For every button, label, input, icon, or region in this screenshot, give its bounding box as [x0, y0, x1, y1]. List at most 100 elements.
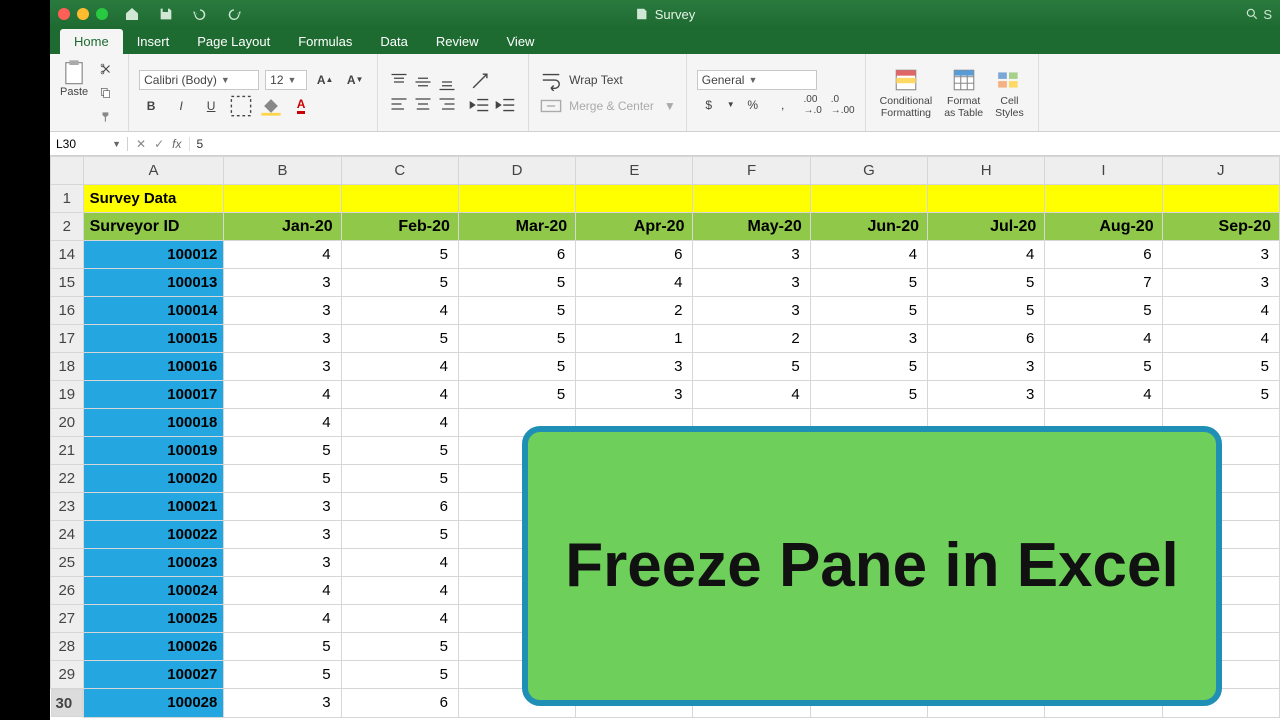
row-header-27[interactable]: 27: [51, 605, 84, 633]
row-header-26[interactable]: 26: [51, 577, 84, 605]
column-header-G[interactable]: G: [810, 157, 927, 185]
data-cell[interactable]: 5: [341, 241, 458, 269]
surveyor-id-cell[interactable]: 100014: [83, 297, 224, 325]
row-header-22[interactable]: 22: [51, 465, 84, 493]
data-cell[interactable]: 5: [810, 381, 927, 409]
orientation-icon[interactable]: [468, 70, 492, 92]
data-cell[interactable]: 3: [224, 493, 341, 521]
header-Feb-20[interactable]: Feb-20: [341, 213, 458, 241]
data-cell[interactable]: 6: [341, 493, 458, 521]
column-header-J[interactable]: J: [1162, 157, 1279, 185]
data-cell[interactable]: 5: [1162, 381, 1279, 409]
column-header-H[interactable]: H: [928, 157, 1045, 185]
enter-icon[interactable]: ✓: [154, 137, 164, 151]
data-cell[interactable]: 4: [1162, 325, 1279, 353]
paste-button[interactable]: Paste: [60, 58, 88, 98]
data-cell[interactable]: 5: [341, 465, 458, 493]
tab-data[interactable]: Data: [366, 29, 421, 54]
title-cell[interactable]: Survey Data: [83, 185, 224, 213]
data-cell[interactable]: 5: [810, 269, 927, 297]
header-Aug-20[interactable]: Aug-20: [1045, 213, 1162, 241]
data-cell[interactable]: 4: [341, 381, 458, 409]
surveyor-id-cell[interactable]: 100022: [83, 521, 224, 549]
data-cell[interactable]: 5: [458, 353, 575, 381]
data-cell[interactable]: 5: [1045, 353, 1162, 381]
column-header-E[interactable]: E: [576, 157, 693, 185]
data-cell[interactable]: 5: [341, 521, 458, 549]
data-cell[interactable]: 4: [693, 381, 810, 409]
surveyor-id-cell[interactable]: 100023: [83, 549, 224, 577]
underline-button[interactable]: U: [199, 95, 223, 117]
increase-font-icon[interactable]: A▲: [313, 69, 337, 91]
data-cell[interactable]: 1: [576, 325, 693, 353]
data-cell[interactable]: 5: [458, 325, 575, 353]
data-cell[interactable]: 4: [224, 605, 341, 633]
header-surveyor-id[interactable]: Surveyor ID: [83, 213, 224, 241]
header-Apr-20[interactable]: Apr-20: [576, 213, 693, 241]
wrap-text-icon[interactable]: [539, 69, 563, 91]
row-header-17[interactable]: 17: [51, 325, 84, 353]
data-cell[interactable]: 5: [928, 297, 1045, 325]
row-header-14[interactable]: 14: [51, 241, 84, 269]
data-cell[interactable]: 6: [458, 241, 575, 269]
data-cell[interactable]: 3: [224, 325, 341, 353]
header-Sep-20[interactable]: Sep-20: [1162, 213, 1279, 241]
currency-icon[interactable]: $: [697, 94, 721, 116]
row-header-16[interactable]: 16: [51, 297, 84, 325]
column-header-F[interactable]: F: [693, 157, 810, 185]
data-cell[interactable]: 5: [341, 269, 458, 297]
data-cell[interactable]: 5: [341, 325, 458, 353]
surveyor-id-cell[interactable]: 100017: [83, 381, 224, 409]
data-cell[interactable]: 3: [693, 297, 810, 325]
minimize-icon[interactable]: [77, 8, 89, 20]
undo-icon[interactable]: [188, 3, 212, 25]
row-header-21[interactable]: 21: [51, 437, 84, 465]
column-header-I[interactable]: I: [1045, 157, 1162, 185]
align-left-icon[interactable]: [388, 94, 410, 114]
tab-home[interactable]: Home: [60, 29, 123, 54]
surveyor-id-cell[interactable]: 100016: [83, 353, 224, 381]
cut-icon[interactable]: [94, 58, 118, 80]
data-cell[interactable]: 4: [1045, 381, 1162, 409]
redo-icon[interactable]: [222, 3, 246, 25]
data-cell[interactable]: 5: [810, 297, 927, 325]
data-cell[interactable]: 5: [224, 633, 341, 661]
merge-center-button[interactable]: Merge & Center: [569, 99, 654, 113]
row-header-1[interactable]: 1: [51, 185, 84, 213]
data-cell[interactable]: 3: [810, 325, 927, 353]
data-cell[interactable]: 3: [576, 353, 693, 381]
surveyor-id-cell[interactable]: 100012: [83, 241, 224, 269]
header-Jun-20[interactable]: Jun-20: [810, 213, 927, 241]
italic-button[interactable]: I: [169, 95, 193, 117]
select-all-corner[interactable]: [51, 157, 84, 185]
data-cell[interactable]: 7: [1045, 269, 1162, 297]
surveyor-id-cell[interactable]: 100015: [83, 325, 224, 353]
data-cell[interactable]: 4: [1045, 325, 1162, 353]
data-cell[interactable]: 4: [224, 409, 341, 437]
column-header-B[interactable]: B: [224, 157, 341, 185]
decrease-decimal-icon[interactable]: .0→.00: [831, 94, 855, 116]
data-cell[interactable]: 5: [458, 381, 575, 409]
surveyor-id-cell[interactable]: 100013: [83, 269, 224, 297]
data-cell[interactable]: 5: [458, 297, 575, 325]
font-size-select[interactable]: 12▼: [265, 70, 307, 90]
data-cell[interactable]: 4: [341, 353, 458, 381]
fx-icon[interactable]: fx: [172, 137, 181, 151]
header-Jul-20[interactable]: Jul-20: [928, 213, 1045, 241]
data-cell[interactable]: 3: [224, 549, 341, 577]
data-cell[interactable]: 4: [224, 381, 341, 409]
border-icon[interactable]: [229, 95, 253, 117]
data-cell[interactable]: 3: [1162, 269, 1279, 297]
header-Jan-20[interactable]: Jan-20: [224, 213, 341, 241]
save-icon[interactable]: [154, 3, 178, 25]
row-header-19[interactable]: 19: [51, 381, 84, 409]
data-cell[interactable]: 4: [1162, 297, 1279, 325]
percent-icon[interactable]: %: [741, 94, 765, 116]
data-cell[interactable]: 6: [1045, 241, 1162, 269]
data-cell[interactable]: 4: [341, 297, 458, 325]
row-header-18[interactable]: 18: [51, 353, 84, 381]
data-cell[interactable]: 3: [693, 269, 810, 297]
data-cell[interactable]: 5: [341, 437, 458, 465]
merge-icon[interactable]: [539, 95, 563, 117]
maximize-icon[interactable]: [96, 8, 108, 20]
